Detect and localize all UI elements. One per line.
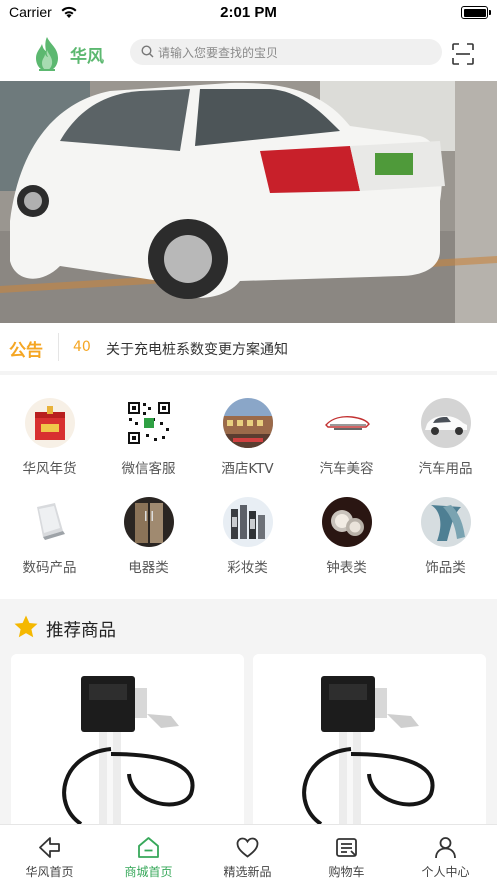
tab-profile[interactable]: 个人中心 xyxy=(396,825,495,883)
search-placeholder: 请输入您要查找的宝贝 xyxy=(158,46,279,60)
top-header: 华风 请输入您要查找的宝贝 xyxy=(0,28,497,81)
star-icon xyxy=(14,615,38,638)
recommend-header: 推荐商品 xyxy=(0,607,497,649)
tab-label: 华风首页 xyxy=(25,865,74,879)
category-cosmetics[interactable]: 彩妆类 xyxy=(198,474,297,576)
tab-label: 购物车 xyxy=(328,865,365,879)
tab-huafeng-home[interactable]: 华风首页 xyxy=(0,825,99,883)
tab-mall-home[interactable]: 商城首页 xyxy=(99,825,198,883)
product-card[interactable] xyxy=(253,654,486,834)
category-nianhuo[interactable]: 华风年货 xyxy=(0,375,99,477)
notice-divider xyxy=(58,333,59,361)
laptop-icon xyxy=(25,497,75,547)
back-arrow-icon xyxy=(39,837,60,858)
category-wechat-service[interactable]: 微信客服 xyxy=(99,375,198,477)
status-bar: Carrier 2:01 PM xyxy=(0,0,497,28)
flame-logo-icon xyxy=(36,37,58,71)
category-label: 饰品类 xyxy=(425,560,466,576)
notice-text[interactable]: 关于充电桩系数变更方案通知 xyxy=(106,339,288,359)
charger-product-image xyxy=(11,654,244,834)
cosmetics-icon xyxy=(223,497,273,547)
category-accessories[interactable]: 饰品类 xyxy=(396,474,495,576)
category-appliance[interactable]: 电器类 xyxy=(99,474,198,576)
banner-car-image xyxy=(0,81,497,323)
hotel-icon xyxy=(223,398,273,448)
category-label: 彩妆类 xyxy=(227,560,268,576)
home-icon xyxy=(138,837,159,858)
notice-tag: 公告 xyxy=(9,341,43,361)
category-watches[interactable]: 钟表类 xyxy=(297,474,396,576)
scarf-icon xyxy=(421,497,471,547)
scan-icon[interactable] xyxy=(452,43,474,65)
tab-label: 个人中心 xyxy=(421,865,470,879)
charger-product-image xyxy=(253,654,486,834)
tab-label: 精选新品 xyxy=(223,865,272,879)
qr-code-icon xyxy=(124,398,174,448)
tab-cart[interactable]: 购物车 xyxy=(297,825,396,883)
notice-bar[interactable]: 公告 40 关于充电桩系数变更方案通知 xyxy=(0,323,497,371)
cart-icon xyxy=(336,838,357,857)
battery-icon xyxy=(461,6,491,19)
category-label: 钟表类 xyxy=(326,560,367,576)
clock: 2:01 PM xyxy=(220,4,277,21)
car-logo-icon xyxy=(322,398,372,448)
category-digital[interactable]: 数码产品 xyxy=(0,474,99,576)
category-grid: 华风年货 微信客服 酒店KTV 汽车美容 汽车用品 数码产品 电器类 彩妆类 钟… xyxy=(0,375,497,599)
category-car-beauty[interactable]: 汽车美容 xyxy=(297,375,396,477)
gift-box-icon xyxy=(25,398,75,448)
bottom-tab-bar: 华风首页 商城首页 精选新品 购物车 个人中心 xyxy=(0,824,497,883)
watch-icon xyxy=(322,497,372,547)
heart-icon xyxy=(236,837,259,858)
category-hotel-ktv[interactable]: 酒店KTV xyxy=(198,375,297,477)
category-label: 数码产品 xyxy=(22,560,77,576)
category-label: 电器类 xyxy=(128,560,169,576)
product-card[interactable] xyxy=(11,654,244,834)
car-icon xyxy=(421,398,471,448)
search-icon xyxy=(141,45,154,58)
tab-label: 商城首页 xyxy=(124,865,173,879)
category-car-supplies[interactable]: 汽车用品 xyxy=(396,375,495,477)
search-input[interactable]: 请输入您要查找的宝贝 xyxy=(130,39,442,65)
recommend-title: 推荐商品 xyxy=(46,621,116,641)
fridge-icon xyxy=(124,497,174,547)
banner-carousel[interactable] xyxy=(0,81,497,323)
brand-name: 华风 xyxy=(70,47,104,67)
tab-new-arrivals[interactable]: 精选新品 xyxy=(198,825,297,883)
user-icon xyxy=(435,837,456,859)
notice-count: 40 xyxy=(73,339,91,355)
